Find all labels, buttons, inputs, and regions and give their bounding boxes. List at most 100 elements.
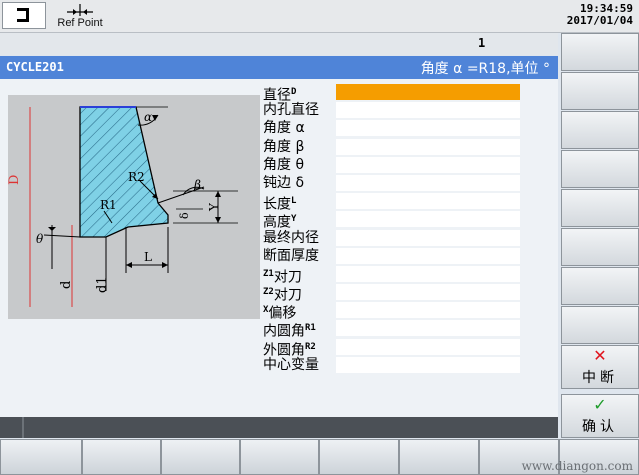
parameter-input[interactable] [336,120,520,137]
parameter-label-prefix: Z2 [263,287,274,298]
status-bar [0,417,558,438]
hsoftkey-1[interactable] [0,439,82,475]
parameter-label-text: 断面厚度 [263,247,319,264]
label-theta: θ [36,232,44,246]
parameter-list: 直径D 内孔直径 角度 α 角度 β 角度 θ 钝边 δ 长度L 高度Y 最终内径 断面厚度 Z1对… [263,83,523,374]
cancel-softkey[interactable]: ✕ 中断 [561,345,639,389]
channel-number: 1 [478,36,486,50]
parameter-row: Z1对刀 [263,265,523,286]
label-alpha: α [144,110,152,124]
parameter-input[interactable] [336,138,520,155]
label-r1: R1 [100,198,117,212]
cycle-help-drawing: α β θ R2 R1 D d d1 L Y δ [7,95,260,319]
parameter-label: 角度 β [263,138,304,156]
parameter-row: 断面厚度 [263,247,523,265]
ref-point-icon [55,3,105,17]
label-d-outer: D [8,175,22,185]
parameter-label-text: 角度 β [263,138,305,155]
parameter-input[interactable] [336,102,520,119]
parameter-label-text: 内孔直径 [263,102,319,119]
watermark: www.diangon.com [521,459,633,473]
parameter-label: 角度 α [263,119,305,137]
clock: 19:34:59 2017/01/04 [567,3,633,27]
date-readout: 2017/01/04 [566,14,633,27]
parameter-label-suffix: L [291,196,297,207]
parameter-row: 角度 α [263,119,523,137]
parameter-row: 长度L [263,192,523,213]
ref-point-button[interactable]: Ref Point [55,3,105,30]
parameter-row: 角度 β [263,138,523,156]
hsoftkey-6[interactable] [399,439,479,475]
machine-area-button[interactable] [2,2,46,29]
parameter-label-suffix: D [291,87,297,97]
parameter-label-text: 中心变量 [263,356,319,373]
workpiece-profile [79,106,169,238]
parameter-label: 中心变量 [263,356,319,374]
parameter-input[interactable] [336,156,520,173]
parameter-row: 内孔直径 [263,101,523,119]
parameter-label: 最终内径 [263,229,319,247]
parameter-input[interactable] [336,84,520,100]
parameter-input[interactable] [336,338,520,355]
confirm-softkey[interactable]: ✓ 确认 [561,394,639,438]
vsoftkey-2[interactable] [561,72,639,110]
parameter-input[interactable] [336,320,520,337]
parameter-input[interactable] [336,302,520,319]
parameter-input[interactable] [336,247,520,264]
ref-point-label: Ref Point [57,17,103,29]
parameter-row: 外圆角R2 [263,338,523,358]
parameter-label-suffix: Y [291,214,297,225]
vsoftkey-4[interactable] [561,150,639,188]
vsoftkey-3[interactable] [561,111,639,149]
parameter-label: 角度 θ [263,156,304,174]
hsoftkey-5[interactable] [319,439,399,475]
parameter-row: 高度Y [263,210,523,231]
parameter-row: Z2对刀 [263,283,523,304]
parameter-input[interactable] [336,211,520,228]
label-y: Y [207,202,221,212]
parameter-label-text: 角度 θ [263,156,305,173]
parameter-input[interactable] [336,174,520,191]
label-r2: R2 [128,170,145,184]
parameter-label-text: 钝边 δ [263,174,305,191]
label-d-inner: d [59,281,74,289]
parameter-row: 钝边 δ [263,174,523,192]
parameter-label: 内孔直径 [263,101,319,119]
parameter-label: 钝边 δ [263,174,304,192]
vsoftkey-5[interactable] [561,189,639,227]
label-l: L [144,250,152,264]
parameter-input[interactable] [336,284,520,301]
parameter-input[interactable] [336,229,520,246]
parameter-row: 中心变量 [263,356,523,374]
confirm-label: 确认 [582,419,618,435]
parameter-panel: α β θ R2 R1 D d d1 L Y δ 直径D 内孔直径 角度 α 角度 β… [0,79,558,417]
parameter-input[interactable] [336,356,520,373]
parameter-row: X偏移 [263,301,523,322]
parameter-label-text: 角度 α [263,120,305,137]
channel-row: 1 [0,33,558,55]
hsoftkey-4[interactable] [240,439,319,475]
parameter-label-suffix: R2 [305,341,316,352]
label-beta: β [193,178,201,192]
vsoftkey-7[interactable] [561,267,639,305]
cycle-title-bar: CYCLE201 角度 α =R18,单位 ° [0,56,558,79]
cancel-label: 中断 [582,370,618,386]
parameter-row: 内圆角R1 [263,319,523,340]
bracket-icon [17,8,29,22]
vsoftkey-8[interactable] [561,306,639,344]
vsoftkey-6[interactable] [561,228,639,266]
vsoftkey-1[interactable] [561,33,639,71]
parameter-label-text: 最终内径 [263,229,319,246]
hsoftkey-2[interactable] [82,439,161,475]
label-delta: δ [178,212,191,219]
parameter-input[interactable] [336,193,520,210]
parameter-label-prefix: Z1 [263,268,274,279]
hsoftkey-3[interactable] [161,439,240,475]
field-info: 角度 α =R18,单位 ° [420,61,550,77]
top-bar: Ref Point 19:34:59 2017/01/04 [0,0,639,33]
parameter-input[interactable] [336,265,520,282]
parameter-row: 角度 θ [263,156,523,174]
label-d1: d1 [95,276,110,293]
parameter-label: 断面厚度 [263,247,319,265]
parameter-row: 最终内径 [263,229,523,247]
